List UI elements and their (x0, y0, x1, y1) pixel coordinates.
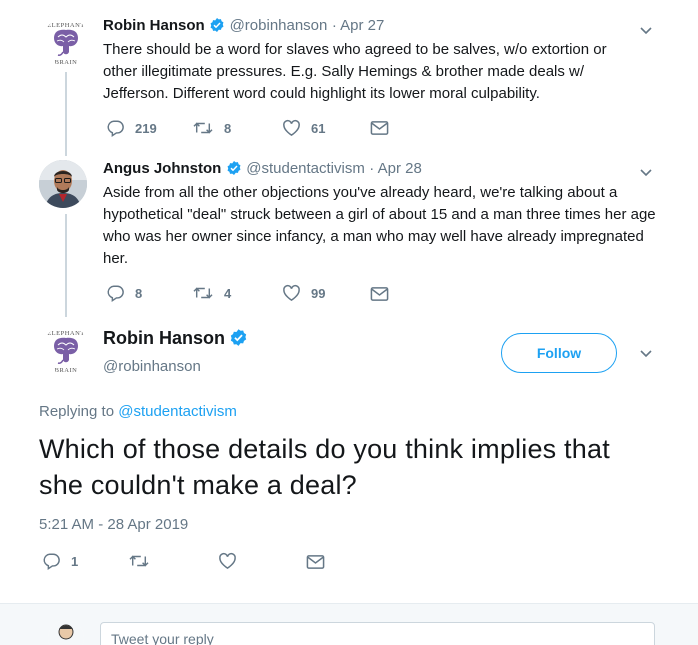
like-button[interactable]: 99 (282, 284, 325, 302)
retweet-icon (193, 122, 213, 134)
main-author[interactable]: Robin Hanson (103, 328, 248, 352)
like-count: 99 (311, 285, 326, 301)
cartoon-avatar-icon (48, 620, 84, 645)
elephant-brain-logo-icon: ELEPHANT BRAIN (42, 326, 90, 374)
verified-badge-icon (209, 17, 225, 38)
avatar-robin-hanson[interactable]: ELEPHANT BRAIN (42, 18, 90, 66)
like-icon (219, 552, 236, 570)
author-handle[interactable]: @studentactivism (246, 160, 365, 177)
tweet-1[interactable]: ELEPHANT BRAIN Robin Hanson @robinhanson… (0, 0, 698, 156)
main-tweet-text: Which of those details do you think impl… (39, 434, 610, 500)
logo-bottom-text: BRAIN (55, 367, 78, 374)
dm-button[interactable] (370, 286, 389, 302)
verified-badge-icon (226, 160, 242, 181)
tweet-text: Aside from all the other objections you'… (103, 184, 656, 267)
replying-to: Replying to @studentactivism (39, 403, 237, 420)
tweet-timestamp[interactable]: 5:21 AM - 28 Apr 2019 (39, 516, 188, 533)
thread-line (65, 214, 67, 317)
reply-icon (107, 120, 124, 137)
current-user-avatar[interactable] (48, 620, 84, 645)
logo-top-text: ELEPHANT (47, 22, 85, 29)
retweet-button[interactable]: 4 (192, 284, 231, 302)
retweet-icon (129, 555, 149, 567)
tweet-2[interactable]: Angus Johnston @studentactivism · Apr 28… (0, 152, 698, 317)
dm-button[interactable] (306, 554, 325, 570)
reply-button[interactable]: 219 (106, 119, 157, 137)
like-icon (283, 284, 300, 302)
elephant-brain-logo-icon: ELEPHANT BRAIN (42, 18, 90, 66)
follow-button[interactable]: Follow (501, 333, 617, 373)
reply-button[interactable]: 1 (42, 552, 78, 570)
author-handle[interactable]: @robinhanson (230, 17, 328, 34)
retweet-button[interactable] (128, 552, 150, 570)
reply-button[interactable]: 8 (106, 284, 142, 302)
retweet-count: 8 (224, 120, 232, 136)
tweet-date[interactable]: · Apr 28 (369, 160, 422, 177)
tweet-header: Angus Johnston @studentactivism · Apr 28 (103, 160, 422, 181)
like-button[interactable]: 61 (282, 119, 325, 137)
main-tweet: ELEPHANT BRAIN Robin Hanson @robinhanson… (0, 317, 698, 603)
like-count: 61 (311, 120, 326, 136)
reply-count: 8 (135, 285, 143, 301)
reply-input[interactable]: Tweet your reply (100, 622, 655, 645)
dm-icon (370, 287, 389, 301)
retweet-count: 4 (224, 285, 232, 301)
like-button[interactable] (218, 552, 237, 570)
dm-icon (306, 555, 325, 569)
person-photo-icon (39, 160, 87, 208)
author-handle[interactable]: @robinhanson (103, 358, 201, 375)
dm-icon (370, 121, 389, 135)
reply-icon (107, 285, 124, 302)
replying-handle-link[interactable]: @studentactivism (118, 403, 237, 420)
chevron-down-icon[interactable] (638, 345, 654, 366)
tweet-header: Robin Hanson @robinhanson · Apr 27 (103, 17, 384, 38)
tweet-text: There should be a word for slaves who ag… (103, 41, 607, 102)
tweet-date[interactable]: · Apr 27 (332, 17, 385, 34)
reply-count: 219 (135, 120, 157, 136)
retweet-icon (193, 287, 213, 299)
avatar-angus-johnston[interactable] (39, 160, 87, 208)
author-name[interactable]: Robin Hanson (103, 328, 225, 348)
replying-prefix: Replying to (39, 403, 115, 420)
logo-top-text: ELEPHANT (47, 330, 85, 337)
reply-count: 1 (71, 553, 79, 569)
thread-line (65, 72, 67, 156)
reply-composer: Tweet your reply (0, 604, 698, 645)
dm-button[interactable] (370, 120, 389, 136)
author-name[interactable]: Robin Hanson (103, 17, 205, 34)
verified-badge-icon (229, 328, 248, 352)
author-name[interactable]: Angus Johnston (103, 160, 221, 177)
logo-bottom-text: BRAIN (55, 59, 78, 66)
like-icon (283, 119, 300, 137)
retweet-button[interactable]: 8 (192, 119, 231, 137)
avatar-robin-hanson[interactable]: ELEPHANT BRAIN (42, 326, 90, 374)
reply-icon (43, 553, 60, 570)
